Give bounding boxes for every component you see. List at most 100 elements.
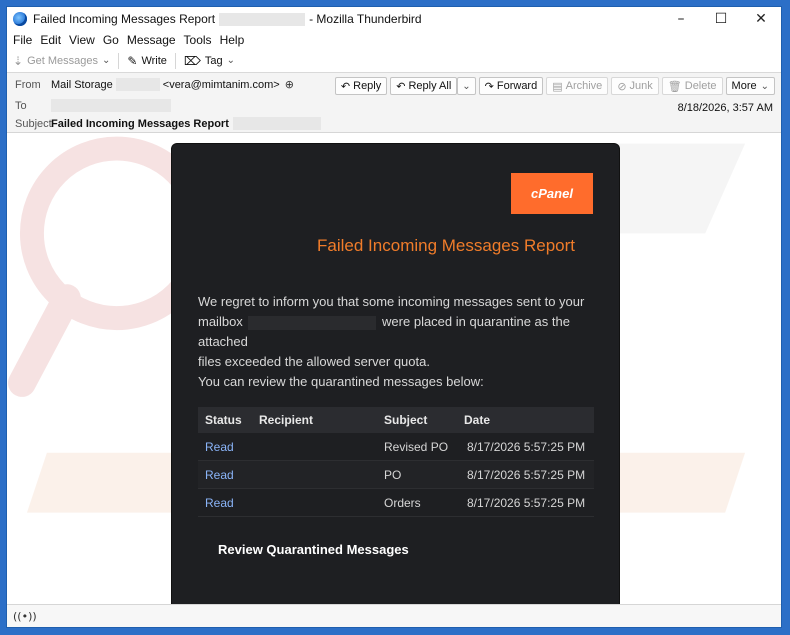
archive-button[interactable]: ▤ Archive <box>546 77 609 95</box>
menu-go[interactable]: Go <box>103 33 119 47</box>
menu-message[interactable]: Message <box>127 33 176 47</box>
recipient-cell <box>252 433 377 461</box>
main-toolbar: ⇣ Get Messages ⌄ ✎ Write ⌦ Tag ⌄ <box>7 49 781 73</box>
write-button[interactable]: ✎ Write <box>127 54 167 68</box>
intro-line: mailbox were placed in quarantine as the… <box>198 312 598 352</box>
subject-text: Failed Incoming Messages Report <box>51 117 229 130</box>
archive-icon: ▤ <box>552 79 563 93</box>
chevron-down-icon: ⌄ <box>462 80 471 92</box>
subject-row: Subject Failed Incoming Messages Report <box>15 117 321 130</box>
thunderbird-app-icon <box>13 12 27 26</box>
from-row: From Mail Storage <vera@mimtanim.com> ⊕ <box>15 78 294 91</box>
column-header-status: Status <box>198 407 252 433</box>
close-button[interactable]: ✕ <box>741 7 781 31</box>
junk-button[interactable]: ⊘ Junk <box>611 77 659 95</box>
write-label: Write <box>141 54 167 67</box>
review-quarantined-messages-link[interactable]: Review Quarantined Messages <box>218 542 409 557</box>
window-controls: – ☐ ✕ <box>661 7 781 31</box>
status-cell: Read <box>198 460 252 489</box>
redacted-block <box>248 315 377 330</box>
more-button[interactable]: More ⌄ <box>725 77 775 95</box>
message-body: cPanel Failed Incoming Messages Report W… <box>7 133 781 607</box>
from-value[interactable]: Mail Storage <vera@mimtanim.com> ⊕ <box>51 78 294 91</box>
header-actions: ↶ Reply ↶ Reply All ⌄ ↷ Forward ▤ Archiv… <box>332 77 775 95</box>
subject-cell: Revised PO <box>377 433 457 461</box>
toolbar-divider <box>118 52 120 69</box>
window-title: Failed Incoming Messages Report - Mozill… <box>33 12 422 26</box>
table-row: Read PO 8/17/2026 5:57:25 PM <box>198 460 594 489</box>
maximize-button[interactable]: ☐ <box>701 7 741 31</box>
message-header: From Mail Storage <vera@mimtanim.com> ⊕ … <box>7 73 781 133</box>
email-card: cPanel Failed Incoming Messages Report W… <box>172 144 619 607</box>
quarantine-table: Status Recipient Subject Date Read Revis… <box>198 407 594 517</box>
read-link[interactable]: Read <box>205 468 234 482</box>
from-email: <vera@mimtanim.com> <box>162 78 280 91</box>
subject-value: Failed Incoming Messages Report <box>51 117 321 130</box>
chevron-down-icon: ⌄ <box>760 80 769 92</box>
date-cell: 8/17/2026 5:57:25 PM <box>457 433 594 461</box>
read-link[interactable]: Read <box>205 496 234 510</box>
report-title: Failed Incoming Messages Report <box>317 236 575 255</box>
recipient-cell <box>252 488 377 517</box>
minimize-button[interactable]: – <box>661 7 701 31</box>
status-cell: Read <box>198 433 252 461</box>
intro-text: We regret to inform you that some incomi… <box>198 292 598 392</box>
column-header-subject: Subject <box>377 407 457 433</box>
status-cell: Read <box>198 488 252 517</box>
delete-button[interactable]: 🗑 Delete <box>661 77 723 95</box>
date-cell: 8/17/2026 5:57:25 PM <box>457 460 594 489</box>
intro-line: files exceeded the allowed server quota. <box>198 354 430 369</box>
table-row: Read Revised PO 8/17/2026 5:57:25 PM <box>198 433 594 461</box>
redacted-block <box>115 78 160 91</box>
forward-button[interactable]: ↷ Forward <box>478 77 544 95</box>
from-name: Mail Storage <box>51 78 113 91</box>
menu-edit[interactable]: Edit <box>40 33 61 47</box>
forward-icon: ↷ <box>484 79 494 93</box>
read-link[interactable]: Read <box>205 440 234 454</box>
pencil-icon: ✎ <box>127 53 138 68</box>
redacted-block <box>232 117 321 130</box>
tag-button[interactable]: ⌦ Tag ⌄ <box>184 54 235 68</box>
from-label: From <box>15 78 41 91</box>
menu-file[interactable]: File <box>13 33 32 47</box>
get-messages-label: Get Messages <box>27 54 98 67</box>
window-title-subject: Failed Incoming Messages Report <box>33 12 216 26</box>
trash-icon: 🗑 <box>667 79 682 93</box>
title-bar: Failed Incoming Messages Report - Mozill… <box>7 7 781 31</box>
contact-icon[interactable]: ⊕ <box>285 78 294 91</box>
connection-status-icon: ((•)) <box>13 609 37 623</box>
window-title-app: - Mozilla Thunderbird <box>309 12 422 26</box>
table-row: Read Orders 8/17/2026 5:57:25 PM <box>198 488 594 517</box>
reply-all-button[interactable]: ↶ Reply All <box>390 77 458 95</box>
menu-bar: File Edit View Go Message Tools Help <box>7 31 781 49</box>
reply-label: Reply <box>353 80 382 92</box>
menu-tools[interactable]: Tools <box>184 33 212 47</box>
recipient-cell <box>252 460 377 489</box>
reply-button[interactable]: ↶ Reply <box>334 77 388 95</box>
to-label: To <box>15 99 27 112</box>
reply-all-dropdown[interactable]: ⌄ <box>457 77 476 95</box>
reply-all-label: Reply All <box>408 80 452 92</box>
message-date: 8/18/2026, 3:57 AM <box>677 102 773 114</box>
get-messages-button[interactable]: ⇣ Get Messages ⌄ <box>13 54 110 68</box>
table-header-row: Status Recipient Subject Date <box>198 407 594 433</box>
archive-label: Archive <box>565 80 603 92</box>
subject-label: Subject <box>15 117 52 130</box>
delete-label: Delete <box>684 80 717 92</box>
status-bar: ((•)) <box>7 604 781 627</box>
reply-icon: ↶ <box>340 79 351 93</box>
intro-line: We regret to inform you that some incomi… <box>198 294 585 309</box>
junk-label: Junk <box>629 80 653 92</box>
column-header-date: Date <box>457 407 594 433</box>
to-row: To <box>15 99 171 112</box>
chevron-down-icon[interactable]: ⌄ <box>102 55 110 66</box>
menu-help[interactable]: Help <box>220 33 245 47</box>
subject-cell: Orders <box>377 488 457 517</box>
cpanel-logo: cPanel <box>511 173 593 214</box>
tag-label: Tag <box>204 54 223 67</box>
menu-view[interactable]: View <box>69 33 95 47</box>
date-cell: 8/17/2026 5:57:25 PM <box>457 488 594 517</box>
tag-icon: ⌦ <box>183 53 201 68</box>
redacted-block <box>51 99 171 112</box>
toolbar-divider <box>174 52 176 69</box>
